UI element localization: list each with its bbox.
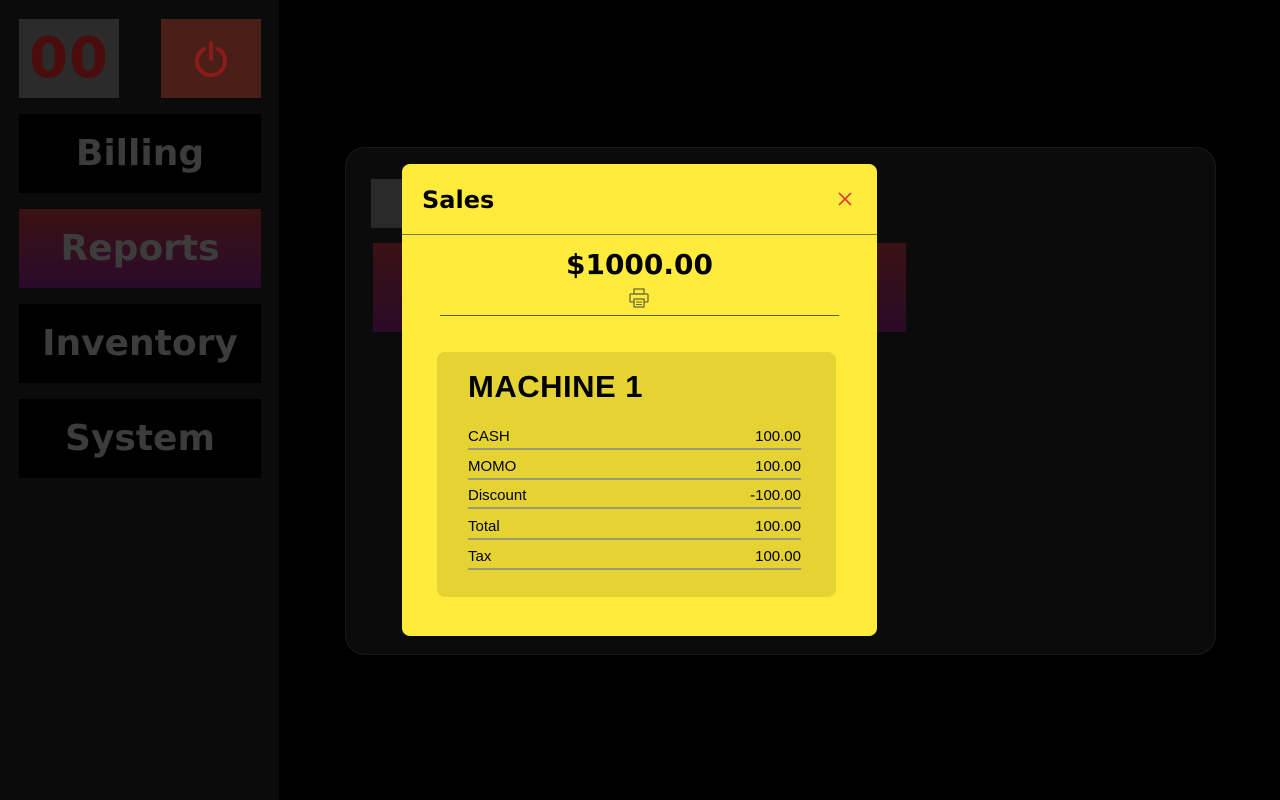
sidebar: 00 Billing Reports Inventory System (0, 0, 279, 800)
line-value: 100.00 (755, 518, 801, 535)
nav-system-button[interactable]: System (19, 399, 261, 478)
nav-reports-label: Reports (60, 228, 220, 269)
line-label: CASH (468, 428, 510, 445)
machine-name: MACHINE 1 (468, 369, 644, 404)
power-icon (195, 40, 227, 77)
modal-header: Sales (402, 164, 877, 235)
power-button[interactable] (161, 19, 261, 98)
amount-divider (440, 315, 839, 316)
modal-title: Sales (422, 186, 495, 214)
line-label: Tax (468, 548, 492, 565)
close-button[interactable] (836, 190, 854, 208)
close-icon (838, 192, 852, 206)
machine-card: MACHINE 1 CASH 100.00 MOMO 100.00 Discou… (437, 352, 836, 597)
nav-system-label: System (65, 418, 215, 459)
line-value: -100.00 (750, 487, 801, 504)
sales-modal: Sales $1000.00 MACHINE 1 CASH 100.00 MOM… (402, 164, 877, 636)
nav-billing-label: Billing (75, 133, 205, 174)
line-value: 100.00 (755, 428, 801, 445)
nav-inventory-button[interactable]: Inventory (19, 304, 261, 383)
sales-total-amount: $1000.00 (565, 248, 713, 281)
line-row-momo: MOMO 100.00 (468, 456, 801, 480)
order-counter: 00 (19, 19, 119, 98)
nav-billing-button[interactable]: Billing (19, 114, 261, 193)
line-label: Discount (468, 487, 527, 504)
printer-icon (629, 288, 649, 308)
nav-reports-button[interactable]: Reports (19, 209, 261, 288)
line-value: 100.00 (755, 458, 801, 475)
line-row-total: Total 100.00 (468, 516, 801, 540)
line-row-cash: CASH 100.00 (468, 426, 801, 450)
order-counter-value: 00 (29, 26, 109, 91)
line-label: Total (468, 518, 500, 535)
line-row-tax: Tax 100.00 (468, 546, 801, 570)
line-value: 100.00 (755, 548, 801, 565)
line-label: MOMO (468, 458, 517, 475)
nav-inventory-label: Inventory (42, 323, 238, 364)
line-row-discount: Discount -100.00 (468, 485, 801, 509)
print-button[interactable] (628, 287, 650, 309)
